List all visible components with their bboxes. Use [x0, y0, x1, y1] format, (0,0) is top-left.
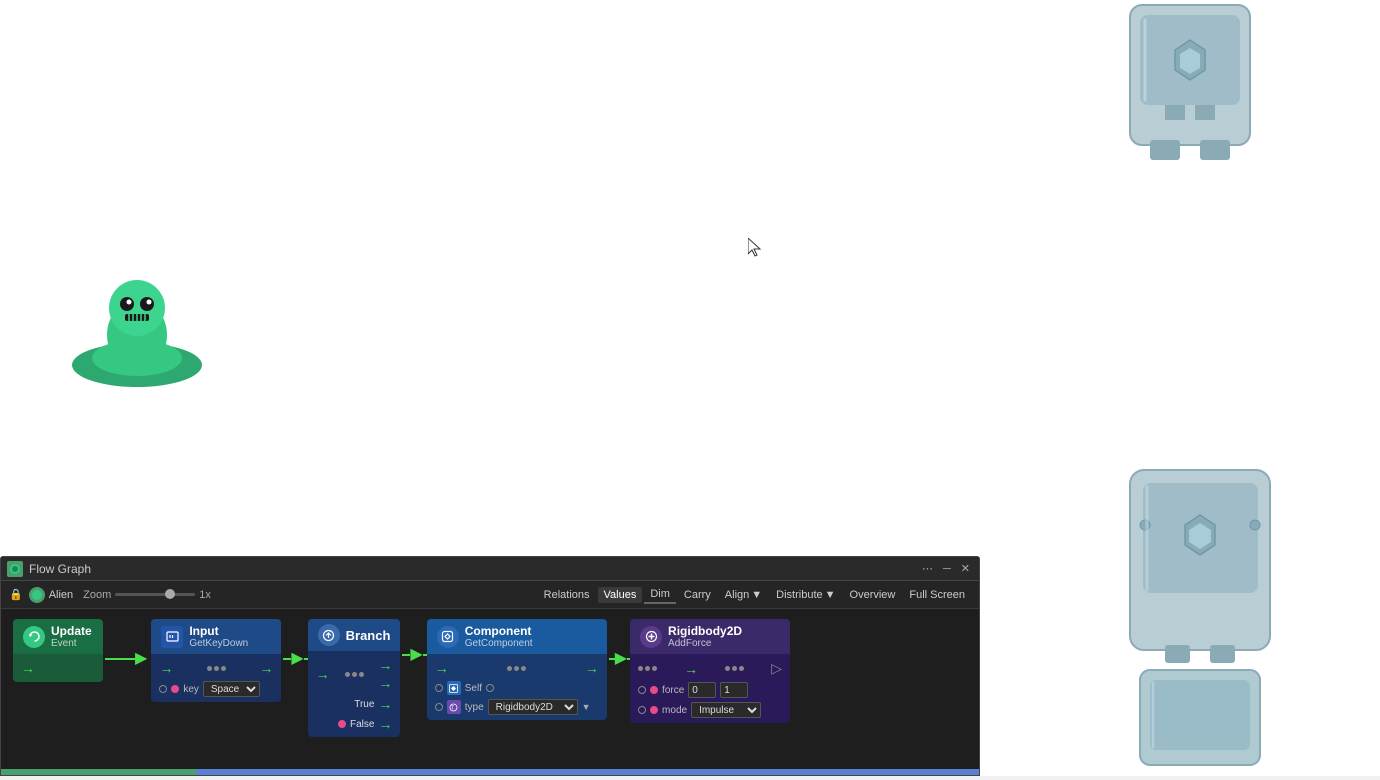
- zoom-label: Zoom: [83, 589, 111, 601]
- type-label: type: [465, 702, 484, 713]
- toolbar-overview-btn[interactable]: Overview: [844, 587, 902, 603]
- rigidbody-node-icon: [640, 626, 662, 648]
- node-rigidbody[interactable]: Rigidbody2D AddForce → ▷: [630, 619, 790, 723]
- mode-label: mode: [662, 705, 687, 716]
- type-select[interactable]: Rigidbody2D: [488, 699, 578, 715]
- panel-titlebar: Flow Graph ⋯ ─ ✕: [1, 557, 979, 581]
- mode-port-pink: [650, 706, 658, 714]
- update-out-arrow: →: [21, 660, 35, 676]
- rb-flow-dots-out: [725, 666, 744, 671]
- mode-port-empty: [638, 706, 646, 714]
- update-node-icon: [23, 626, 45, 648]
- input-out-arrow: →: [259, 660, 273, 676]
- self-port-empty: [435, 684, 443, 692]
- force-port-empty: [638, 686, 646, 694]
- node-input[interactable]: Input GetKeyDown → →: [151, 619, 281, 702]
- panel-minimize-btn[interactable]: ─: [940, 562, 954, 576]
- svg-text:T: T: [451, 705, 454, 711]
- self-label: Self: [465, 683, 482, 694]
- branch-true-arrow: →: [378, 696, 392, 712]
- type-port-empty: [435, 703, 443, 711]
- rb-flow-dots-in: [638, 666, 657, 671]
- node-branch[interactable]: Branch → → →: [308, 619, 401, 737]
- force-x-input[interactable]: [688, 682, 716, 698]
- key-port-pink: [171, 685, 179, 693]
- rb-out-tri: ▷: [771, 660, 782, 677]
- toolbar-fullscreen-btn[interactable]: Full Screen: [903, 587, 971, 603]
- key-label: key: [183, 684, 199, 695]
- node-component[interactable]: Component GetComponent → →: [427, 619, 607, 720]
- force-y-input[interactable]: [720, 682, 748, 698]
- branch-false-label: False: [350, 719, 374, 730]
- input-node-icon: [161, 626, 183, 648]
- comp-in-arrow: →: [435, 660, 449, 676]
- key-select[interactable]: Space: [203, 681, 260, 697]
- toolbar-carry-btn[interactable]: Carry: [678, 587, 717, 603]
- branch-node-icon: [318, 624, 340, 646]
- branch-node-title: Branch: [346, 628, 391, 643]
- branch-false-arrow: →: [378, 716, 392, 732]
- lock-icon: 🔒: [9, 588, 23, 601]
- zoom-slider-thumb: [165, 589, 175, 599]
- input-flow-dots: [207, 666, 226, 671]
- robot-top-illustration: [1110, 0, 1270, 185]
- zoom-slider[interactable]: [115, 593, 195, 596]
- input-node-subtitle: GetKeyDown: [189, 638, 248, 649]
- type-arrow-down: ▼: [582, 702, 591, 712]
- toolbar-dim-btn[interactable]: Dim: [644, 586, 676, 604]
- toolbar-alien-icon: [29, 587, 45, 603]
- node-update[interactable]: Update Event →: [13, 619, 103, 682]
- panel-bottom-bar: [1, 769, 979, 775]
- toolbar-values-btn[interactable]: Values: [598, 587, 643, 603]
- mode-select[interactable]: Impulse: [691, 702, 761, 718]
- toolbar-alien-text: Alien: [49, 589, 73, 601]
- component-node-icon: [437, 626, 459, 648]
- component-node-title: Component: [465, 624, 533, 638]
- rigidbody-node-title: Rigidbody2D: [668, 624, 742, 638]
- update-node-title: Update: [51, 624, 92, 638]
- panel-controls: ⋯ ─ ✕: [919, 561, 973, 576]
- comp-flow-dots: [507, 666, 526, 671]
- connector-4: ▶: [609, 651, 630, 667]
- force-label: force: [662, 685, 684, 696]
- input-node-title: Input: [189, 624, 248, 638]
- toolbar-align-dropdown[interactable]: Align ▼: [719, 587, 768, 603]
- toolbar-relations-btn[interactable]: Relations: [538, 587, 596, 603]
- branch-in-arrow: →: [316, 666, 330, 682]
- panel-title-icon: [7, 561, 23, 577]
- type-icon: T: [447, 700, 461, 714]
- node-canvas: Update Event → ▶: [1, 609, 979, 769]
- zoom-container: Zoom 1x: [83, 589, 211, 601]
- comp-out-arrow: →: [585, 660, 599, 676]
- panel-more-btn[interactable]: ⋯: [919, 561, 936, 576]
- component-node-subtitle: GetComponent: [465, 638, 533, 649]
- update-node-subtitle: Event: [51, 638, 92, 649]
- alien-character-illustration: [65, 270, 210, 400]
- connector-2: ▶: [283, 651, 307, 667]
- branch-flow-dots: [345, 672, 364, 677]
- branch-true-label: True: [354, 699, 374, 710]
- panel-close-btn[interactable]: ✕: [958, 561, 973, 576]
- panel-title-text: Flow Graph: [29, 562, 91, 576]
- robot-bottom-illustration: [1115, 465, 1285, 775]
- rigidbody-node-subtitle: AddForce: [668, 638, 742, 649]
- zoom-value: 1x: [199, 589, 211, 601]
- force-port-pink: [650, 686, 658, 694]
- panel-titlebar-left: Flow Graph: [7, 561, 91, 577]
- connector-1: ▶: [105, 651, 151, 667]
- self-port-out: [486, 684, 494, 692]
- rb-in-arrow: →: [684, 661, 698, 677]
- panel-toolbar: 🔒 Alien Zoom 1x Relations Values Dim Car…: [1, 581, 979, 609]
- connector-3: ▶: [402, 647, 426, 663]
- toolbar-distribute-dropdown[interactable]: Distribute ▼: [770, 587, 841, 603]
- toolbar-alien: Alien: [29, 587, 73, 603]
- self-icon: [447, 681, 461, 695]
- flow-graph-panel: Flow Graph ⋯ ─ ✕ 🔒 Alien Zoom 1x Relatio…: [0, 556, 980, 776]
- key-port-empty: [159, 685, 167, 693]
- input-in-arrow: →: [159, 660, 173, 676]
- branch-false-dot: [338, 720, 346, 728]
